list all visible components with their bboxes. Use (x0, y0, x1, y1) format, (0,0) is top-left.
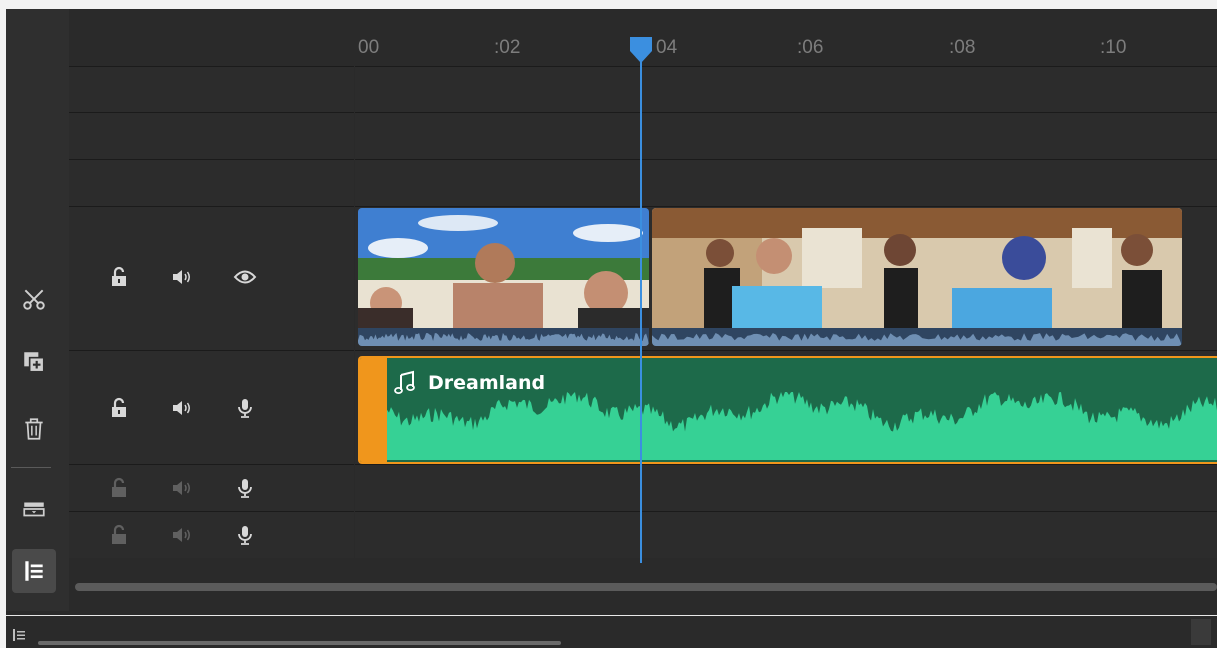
video-clip[interactable] (652, 208, 1182, 346)
ruler-tick: :10 (1100, 37, 1127, 58)
timeline-editor: 00 :02 04 :06 :08 :10 Dreamland (6, 9, 1217, 648)
audio-track-header (69, 350, 354, 464)
video-audio-waveform (358, 328, 649, 346)
track-header-pad (69, 9, 355, 66)
bottom-scrollbar[interactable] (38, 641, 561, 645)
track-header-empty (69, 66, 354, 112)
speaker-icon[interactable] (170, 394, 233, 422)
video-thumbnail (358, 208, 649, 328)
timeline-scrollbar[interactable] (75, 583, 1217, 591)
left-toolbar (6, 9, 69, 611)
ruler-tick: :06 (797, 37, 824, 58)
video-clip[interactable] (358, 208, 649, 346)
track-lane-empty[interactable] (355, 112, 1217, 159)
playhead-line[interactable] (640, 39, 642, 563)
audio-track-header (69, 511, 354, 558)
playhead-handle[interactable] (628, 35, 654, 65)
duplicate-icon[interactable] (12, 340, 56, 384)
bottom-status-strip (6, 615, 1217, 648)
track-header-empty (69, 159, 354, 206)
lock-open-icon[interactable] (107, 474, 170, 502)
lock-open-icon[interactable] (107, 394, 170, 422)
lock-open-icon[interactable] (107, 263, 170, 291)
microphone-icon[interactable] (233, 521, 296, 549)
audio-waveform (387, 392, 1217, 460)
speaker-icon[interactable] (170, 521, 233, 549)
video-track-header (69, 206, 354, 350)
audio-clip[interactable]: Dreamland (358, 356, 1217, 464)
trash-icon[interactable] (12, 407, 56, 451)
toolbar-divider (11, 467, 51, 468)
microphone-icon[interactable] (233, 474, 296, 502)
scissors-icon[interactable] (12, 277, 56, 321)
track-lane-empty[interactable] (355, 159, 1217, 206)
video-thumbnail (652, 208, 1182, 328)
resize-handle[interactable] (1191, 619, 1211, 645)
speaker-icon[interactable] (170, 263, 233, 291)
speaker-icon[interactable] (170, 474, 233, 502)
video-audio-waveform (652, 328, 1182, 346)
track-height-icon[interactable] (12, 487, 56, 531)
ruler-tick: :08 (949, 37, 976, 58)
audio-track-header (69, 464, 354, 511)
track-lane-empty[interactable] (355, 66, 1217, 112)
audio-clip-trim-handle[interactable] (360, 358, 387, 462)
track-list-icon[interactable] (13, 629, 27, 641)
audio-track-lane[interactable] (355, 511, 1217, 558)
ruler-tick: 00 (358, 37, 380, 58)
track-list-icon[interactable] (12, 549, 56, 593)
track-header-empty (69, 112, 354, 159)
microphone-icon[interactable] (233, 394, 296, 422)
eye-icon[interactable] (233, 263, 296, 291)
lock-open-icon[interactable] (107, 521, 170, 549)
time-ruler[interactable]: 00 :02 04 :06 :08 :10 (355, 9, 1217, 66)
ruler-tick: 04 (656, 37, 678, 58)
audio-track-lane[interactable] (355, 464, 1217, 511)
ruler-tick: :02 (494, 37, 521, 58)
